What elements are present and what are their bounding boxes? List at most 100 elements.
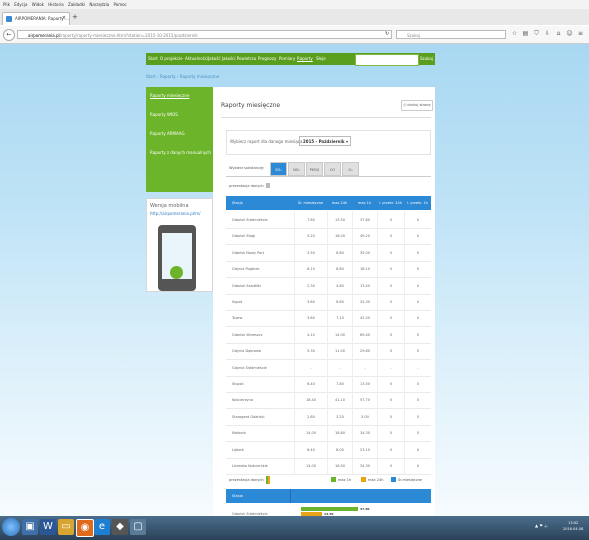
value-cell: 0 <box>404 227 431 246</box>
start-button[interactable] <box>2 518 20 536</box>
nav-reports[interactable]: Raporty <box>297 53 313 65</box>
value-cell: 13.40 <box>352 276 377 295</box>
select-label: Wybierz raport dla danego miesiąca: <box>230 139 304 144</box>
reading-list-icon[interactable]: ▤ <box>522 30 529 37</box>
legend-swatch-max24 <box>361 477 366 482</box>
value-cell: 0 <box>404 325 431 344</box>
value-cell: 7.10 <box>327 309 352 328</box>
value-cell: 6.40 <box>294 375 327 393</box>
station-name-cell: Gdynia Pogórze <box>232 267 260 272</box>
legend-max1: max 1h <box>338 478 352 482</box>
value-cell: 18.60 <box>327 424 352 443</box>
col-station[interactable]: Stacja <box>232 196 292 210</box>
mobile-link[interactable]: http://airpomerania.pl/m/ <box>150 211 201 216</box>
month-select[interactable]: 2015 - Październik ▾ <box>299 136 351 146</box>
station-name-cell: Gdynia Śródmieście <box>232 365 267 370</box>
col-max1[interactable]: max 1h <box>352 196 377 210</box>
station-name-cell: Sopot <box>232 300 243 304</box>
value-cell: 0 <box>404 211 431 229</box>
station-name-cell: Gdańsk Szadółki <box>232 283 261 288</box>
new-tab-button[interactable]: + <box>72 13 78 21</box>
clock-date: 2016-04-08 <box>563 527 584 531</box>
clock[interactable]: 13:02 2016-04-08 <box>563 520 583 532</box>
station-name-cell: Lębork <box>232 447 244 452</box>
value-cell: 29.60 <box>352 342 377 361</box>
site-search-button[interactable]: Szukaj <box>420 54 433 64</box>
tab-pm10[interactable]: PM10 <box>306 162 323 176</box>
sidebar-item-monthly[interactable]: Raporty miesięczne <box>150 93 189 98</box>
table-row: Starogard Gdański 2.80 3.20 5.00 0 0 <box>226 407 431 426</box>
nav-jars[interactable]: Słoje <box>316 53 326 65</box>
taskbar-word-icon[interactable]: W <box>40 519 56 535</box>
substance-label: Wybierz substancję: <box>229 166 265 170</box>
menu-help[interactable]: Pomoc <box>113 0 126 9</box>
tab-no2[interactable]: NO₂ <box>288 162 305 176</box>
search-input[interactable]: Szukaj <box>396 30 506 39</box>
download-icon[interactable]: ⇩ <box>544 30 551 37</box>
address-bar[interactable]: airpomerania.pl/raporty/raporty-miesiecz… <box>17 30 392 39</box>
data-presentation-label: prezentacja danych: <box>229 184 265 188</box>
nav-news[interactable]: Aktualności <box>185 53 208 65</box>
col-avg[interactable]: Śr. miesięczne <box>294 196 327 210</box>
nav-start[interactable]: Start <box>148 53 158 65</box>
value-cell: 6.40 <box>294 440 327 459</box>
site-search-input[interactable] <box>355 54 419 66</box>
value-cell: 5.00 <box>352 407 377 426</box>
menu-tools[interactable]: Narzędzia <box>89 0 109 9</box>
taskbar-app-icon[interactable]: ◆ <box>112 519 128 535</box>
station-name-cell: Gdańsk Stogi <box>232 234 256 239</box>
nav-forecasts[interactable]: Prognozy <box>258 53 276 65</box>
value-cell: 2.30 <box>294 276 327 295</box>
col-exceed24[interactable]: l. przekr. 24h <box>377 196 404 210</box>
nav-air-quality[interactable]: Jakość Jakości Powietrza <box>208 53 256 65</box>
value-cell: 11.00 <box>327 342 352 361</box>
tab-so2[interactable]: SO₂ <box>270 162 287 176</box>
back-button[interactable]: ← <box>3 29 15 41</box>
value-cell: 3.20 <box>327 407 352 426</box>
value-cell: 5.30 <box>294 342 327 361</box>
menu-view[interactable]: Widok <box>32 0 44 9</box>
sidebar-item-wios[interactable]: Raporty WIOS <box>150 112 178 117</box>
sidebar-item-manual[interactable]: Raporty z danych manualnych <box>150 150 211 155</box>
table-row: Gdańsk Szadółki 2.30 4.80 13.40 0 0 <box>226 276 431 295</box>
taskbar-folder-icon[interactable]: ▭ <box>58 519 74 535</box>
tab-co[interactable]: CO <box>324 162 341 176</box>
nav-about[interactable]: O projekcie <box>160 53 183 65</box>
value-cell: 13.50 <box>352 375 377 393</box>
value-cell: 0 <box>377 440 404 459</box>
value-cell: 0 <box>377 243 404 262</box>
print-label: drukuj stronę <box>407 103 431 107</box>
reload-icon[interactable]: ↻ <box>385 31 389 37</box>
value-cell: 0 <box>404 375 431 393</box>
col-max24[interactable]: max 24h <box>327 196 352 210</box>
nav-measurements[interactable]: Pomiary <box>279 53 295 65</box>
menu-file[interactable]: Plik <box>3 0 10 9</box>
system-tray[interactable]: ▲ ⚑ 🔈 <box>535 523 549 528</box>
value-cell: 0 <box>377 424 404 443</box>
taskbar-window-icon[interactable]: ▢ <box>130 519 146 535</box>
home-icon[interactable]: ⌂ <box>555 30 562 37</box>
table-view-icon[interactable] <box>266 183 270 188</box>
breadcrumb[interactable]: Start › Raporty › Raporty miesięczne <box>146 74 219 79</box>
table-row: Kościerzyna 18.40 41.10 57.70 0 0 <box>226 391 431 410</box>
col-exceed1[interactable]: l. przekr. 1h <box>404 196 431 210</box>
close-icon[interactable]: × <box>62 15 66 21</box>
browser-tab[interactable]: AIRPOMERANIA: Raporty ... × <box>2 12 70 25</box>
taskbar-explorer-icon[interactable]: ▣ <box>22 519 38 535</box>
shield-icon[interactable]: ⛉ <box>533 30 540 37</box>
hamburger-menu-icon[interactable]: ≡ <box>577 30 584 37</box>
tab-o3[interactable]: O₃ <box>342 162 359 176</box>
star-icon[interactable]: ☆ <box>511 30 518 37</box>
menu-history[interactable]: Historia <box>48 0 63 9</box>
menu-edit[interactable]: Edycja <box>14 0 27 9</box>
taskbar-ie-icon[interactable]: e <box>94 519 110 535</box>
menu-bookmarks[interactable]: Zakładki <box>68 0 85 9</box>
taskbar-firefox-icon[interactable]: ◉ <box>76 519 94 537</box>
value-cell: 3.60 <box>294 293 327 311</box>
sidebar-item-armaag[interactable]: Raporty ARMAAG <box>150 131 185 136</box>
chart-view-icon[interactable] <box>266 476 270 484</box>
print-button[interactable]: ⎙ drukuj stronę <box>401 100 433 111</box>
station-name-cell: Kościerzyna <box>232 398 253 403</box>
sync-icon[interactable]: ☺ <box>566 30 573 37</box>
table-row: Gdańsk Wrzeszcz 4.10 14.00 69.40 0 0 <box>226 325 431 344</box>
